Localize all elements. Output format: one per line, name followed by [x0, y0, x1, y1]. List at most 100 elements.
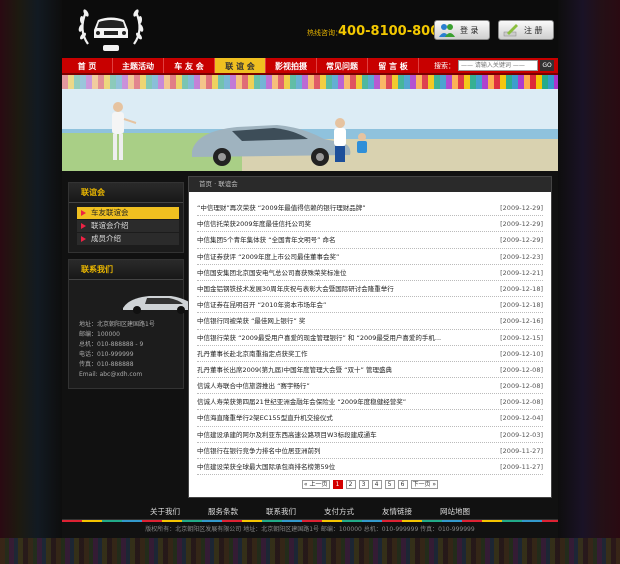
- page-number-button[interactable]: 1: [332, 480, 343, 489]
- decor-left-strip: [0, 0, 62, 564]
- news-date: [2009-12-08]: [500, 382, 543, 391]
- news-row[interactable]: 中信银行在银行竞争力排名中位居亚洲前列 [2009-11-27]: [197, 443, 543, 459]
- news-row[interactable]: 信诚人寿荣获第四届21世纪亚洲金融年会保险业 “2009年度稳健经营奖” [200…: [197, 394, 543, 411]
- sidebar-item-members[interactable]: 成员介绍: [77, 233, 179, 245]
- sports-car-icon: [123, 296, 195, 314]
- news-row[interactable]: 中信建设承建的阿尔及利亚东西高速公路项目W3标段建成通车 [2009-12-03]: [197, 427, 543, 443]
- page-number-button[interactable]: 2: [345, 480, 356, 489]
- login-button[interactable]: 登 录: [434, 20, 490, 40]
- nav-item-fellowship[interactable]: 联 谊 会: [215, 58, 266, 73]
- footer-link[interactable]: 网站地图: [426, 504, 484, 519]
- news-row[interactable]: 中信信托荣获2009年度最佳信托公司奖 [2009-12-29]: [197, 216, 543, 233]
- decor-right-strip: [558, 0, 620, 564]
- news-date: [2009-12-03]: [500, 430, 543, 439]
- register-label: 注 册: [524, 25, 543, 35]
- news-date: [2009-12-29]: [500, 220, 543, 229]
- news-row[interactable]: 孔丹董事长出席2009(第九届)中国年度管理大会暨 “双十” 管理盛典 [2009…: [197, 362, 543, 379]
- news-title-link[interactable]: 中信建设荣获全球最大国际承包商排名榜第59位: [197, 459, 335, 474]
- sidebar: 联谊会 车友联谊会 联谊会介绍 成员介绍 联系我们 地址：北京朝阳区建国路1号 …: [68, 182, 195, 395]
- news-title-link[interactable]: 中信海直隆重举行2架EC155型直升机交接仪式: [197, 410, 333, 425]
- pen-icon: [503, 24, 518, 37]
- news-row[interactable]: 中信建设荣获全球最大国际承包商排名榜第59位 [2009-11-27]: [197, 459, 543, 476]
- nav-item-filming[interactable]: 影视拍摄: [266, 58, 317, 73]
- footer-link[interactable]: 关于我们: [136, 504, 194, 519]
- news-title-link[interactable]: 中信证券在昆明召开 “2010年资本市场年会”: [197, 297, 326, 312]
- nav-item-faq[interactable]: 常见问题: [317, 58, 368, 73]
- search-input[interactable]: [458, 60, 538, 71]
- search-go-button[interactable]: GO: [540, 60, 554, 71]
- page-container: 热线咨询： 400-8100-8000 登 录 注 册 首 页 主题活动 车 友…: [62, 0, 558, 564]
- nav-item-home[interactable]: 首 页: [62, 58, 113, 73]
- news-title-link[interactable]: 中信信托荣获2009年度最佳信托公司奖: [197, 216, 311, 231]
- news-title-link[interactable]: 信诚人寿联合中信旅游推出 “赛宇畅行”: [197, 378, 310, 393]
- car-club-logo[interactable]: [74, 0, 148, 56]
- news-date: [2009-12-23]: [500, 252, 543, 261]
- news-title-link[interactable]: 中信银行在银行竞争力排名中位居亚洲前列: [197, 443, 321, 458]
- news-title-link[interactable]: 中信国安集团北京国安电气总公司喜获殊荣奖标准位: [197, 265, 347, 280]
- news-date: [2009-12-18]: [500, 301, 543, 310]
- sidebar-section-title: 联谊会: [69, 183, 183, 203]
- contact-email[interactable]: Email: abc@xdh.com: [79, 370, 175, 380]
- page-number-button[interactable]: 3: [358, 480, 369, 489]
- news-date: [2009-12-08]: [500, 365, 543, 374]
- search-label: 搜索：: [434, 61, 455, 70]
- footer-link[interactable]: 支付方式: [310, 504, 368, 519]
- news-title-link[interactable]: 中信银行同被荣获 “最佳网上银行” 奖: [197, 313, 305, 328]
- footer-link[interactable]: 服务条款: [194, 504, 252, 519]
- news-date: [2009-12-18]: [500, 284, 543, 293]
- news-row[interactable]: 信诚人寿联合中信旅游推出 “赛宇畅行” [2009-12-08]: [197, 378, 543, 395]
- footer-link[interactable]: 友情链接: [368, 504, 426, 519]
- news-title-link[interactable]: 信诚人寿荣获第四届21世纪亚洲金融年会保险业 “2009年度稳健经营奖”: [197, 394, 406, 409]
- nav-item-car-club[interactable]: 车 友 会: [164, 58, 215, 73]
- news-date: [2009-12-29]: [500, 204, 543, 212]
- sidebar-menu: 车友联谊会 联谊会介绍 成员介绍: [69, 203, 183, 252]
- page-number-button[interactable]: 5: [384, 480, 395, 489]
- news-row[interactable]: 中信证券获评 “2009年度上市公司最佳董事会奖” [2009-12-23]: [197, 249, 543, 265]
- footer-link[interactable]: 联系我们: [252, 504, 310, 519]
- news-row[interactable]: 中信集团5个青年集体获 “全国青年文明号” 命名 [2009-12-29]: [197, 232, 543, 249]
- news-title-link[interactable]: 孔丹董事长赴北京南重指定点获奖工作: [197, 346, 308, 361]
- news-title-link[interactable]: 孔丹董事长出席2009(第九届)中国年度管理大会暨 “双十” 管理盛典: [197, 362, 392, 377]
- news-row[interactable]: 中信海直隆重举行2架EC155型直升机交接仪式 [2009-12-04]: [197, 410, 543, 427]
- breadcrumb[interactable]: 首页 · 联谊会: [189, 177, 551, 192]
- page-number-button[interactable]: 6: [397, 480, 408, 489]
- sidebar-contact: 联系我们 地址：北京朝阳区建国路1号 邮编：100000 总机：010-8888…: [68, 259, 195, 389]
- news-row[interactable]: 孔丹董事长赴北京南重指定点获奖工作 [2009-12-10]: [197, 346, 543, 362]
- news-date: [2009-11-27]: [500, 446, 543, 455]
- register-button[interactable]: 注 册: [498, 20, 554, 40]
- site-header: 热线咨询： 400-8100-8000 登 录 注 册: [62, 0, 558, 58]
- news-title-link[interactable]: 中信银行荣获 “2009最受用户喜爱的现金管理银行” 和 “2009最受用户喜爱…: [197, 330, 441, 345]
- news-title-link[interactable]: 中信建设承建的阿尔及利亚东西高速公路项目W3标段建成通车: [197, 427, 377, 442]
- decor-bottom-bars: [0, 538, 620, 564]
- next-page-button[interactable]: 下一页 »: [410, 480, 439, 489]
- prev-page-button[interactable]: « 上一页: [301, 480, 330, 489]
- page-number-button[interactable]: 4: [371, 480, 382, 489]
- news-title-link[interactable]: “中信理财”再次荣获 “2009年最值得信赖的银行理财品牌”: [197, 200, 366, 215]
- news-title-link[interactable]: 中信证券获评 “2009年度上市公司最佳董事会奖”: [197, 249, 339, 264]
- main-nav: 首 页 主题活动 车 友 会 联 谊 会 影视拍摄 常见问题 留 言 板 搜索：…: [62, 58, 558, 75]
- news-row[interactable]: 中信银行同被荣获 “最佳网上银行” 奖 [2009-12-16]: [197, 313, 543, 330]
- sidebar-item-car-fellowship[interactable]: 车友联谊会: [77, 207, 179, 219]
- sidebar-section-fellowship: 联谊会 车友联谊会 联谊会介绍 成员介绍: [68, 182, 184, 253]
- news-row[interactable]: 中信国安集团北京国安电气总公司喜获殊荣奖标准位 [2009-12-21]: [197, 265, 543, 281]
- news-date: [2009-12-08]: [500, 398, 543, 407]
- news-title-link[interactable]: 中信集团5个青年集体获 “全国青年文明号” 命名: [197, 232, 336, 247]
- news-row[interactable]: 中国金铝钢铁技术发展30周年庆祝与表彰大会暨国际研讨会隆重举行 [2009-12-…: [197, 281, 543, 298]
- nav-item-guestbook[interactable]: 留 言 板: [368, 58, 419, 73]
- news-row[interactable]: 中信证券在昆明召开 “2010年资本市场年会” [2009-12-18]: [197, 297, 543, 314]
- color-stripe-fade: [62, 75, 558, 89]
- news-title-link[interactable]: 中国金铝钢铁技术发展30周年庆祝与表彰大会暨国际研讨会隆重举行: [197, 281, 394, 296]
- pagination: « 上一页 1 2 3 4 5 6 下一页 »: [189, 480, 551, 489]
- footer-nav: 关于我们 服务条款 联系我们 支付方式 友情链接 网站地图: [62, 504, 558, 520]
- contact-fax: 传真：010-888888: [79, 361, 134, 368]
- copyright-text: 版权所有：北京朝阳区发展有限公司 地址：北京朝阳区建国路1号 邮编：100000…: [145, 526, 475, 533]
- contact-address: 地址：北京朝阳区建国路1号: [79, 321, 155, 328]
- nav-item-events[interactable]: 主题活动: [113, 58, 164, 73]
- news-row[interactable]: “中信理财”再次荣获 “2009年最值得信赖的银行理财品牌” [2009-12-2…: [197, 200, 543, 217]
- news-panel: 首页 · 联谊会 “中信理财”再次荣获 “2009年最值得信赖的银行理财品牌” […: [188, 176, 552, 498]
- news-row[interactable]: 中信银行荣获 “2009最受用户喜爱的现金管理银行” 和 “2009最受用户喜爱…: [197, 330, 543, 346]
- hero-banner-image: [62, 89, 558, 171]
- news-date: [2009-12-29]: [500, 236, 543, 245]
- sidebar-item-intro[interactable]: 联谊会介绍: [77, 220, 179, 232]
- contact-phone: 电话：010-999999: [79, 351, 134, 358]
